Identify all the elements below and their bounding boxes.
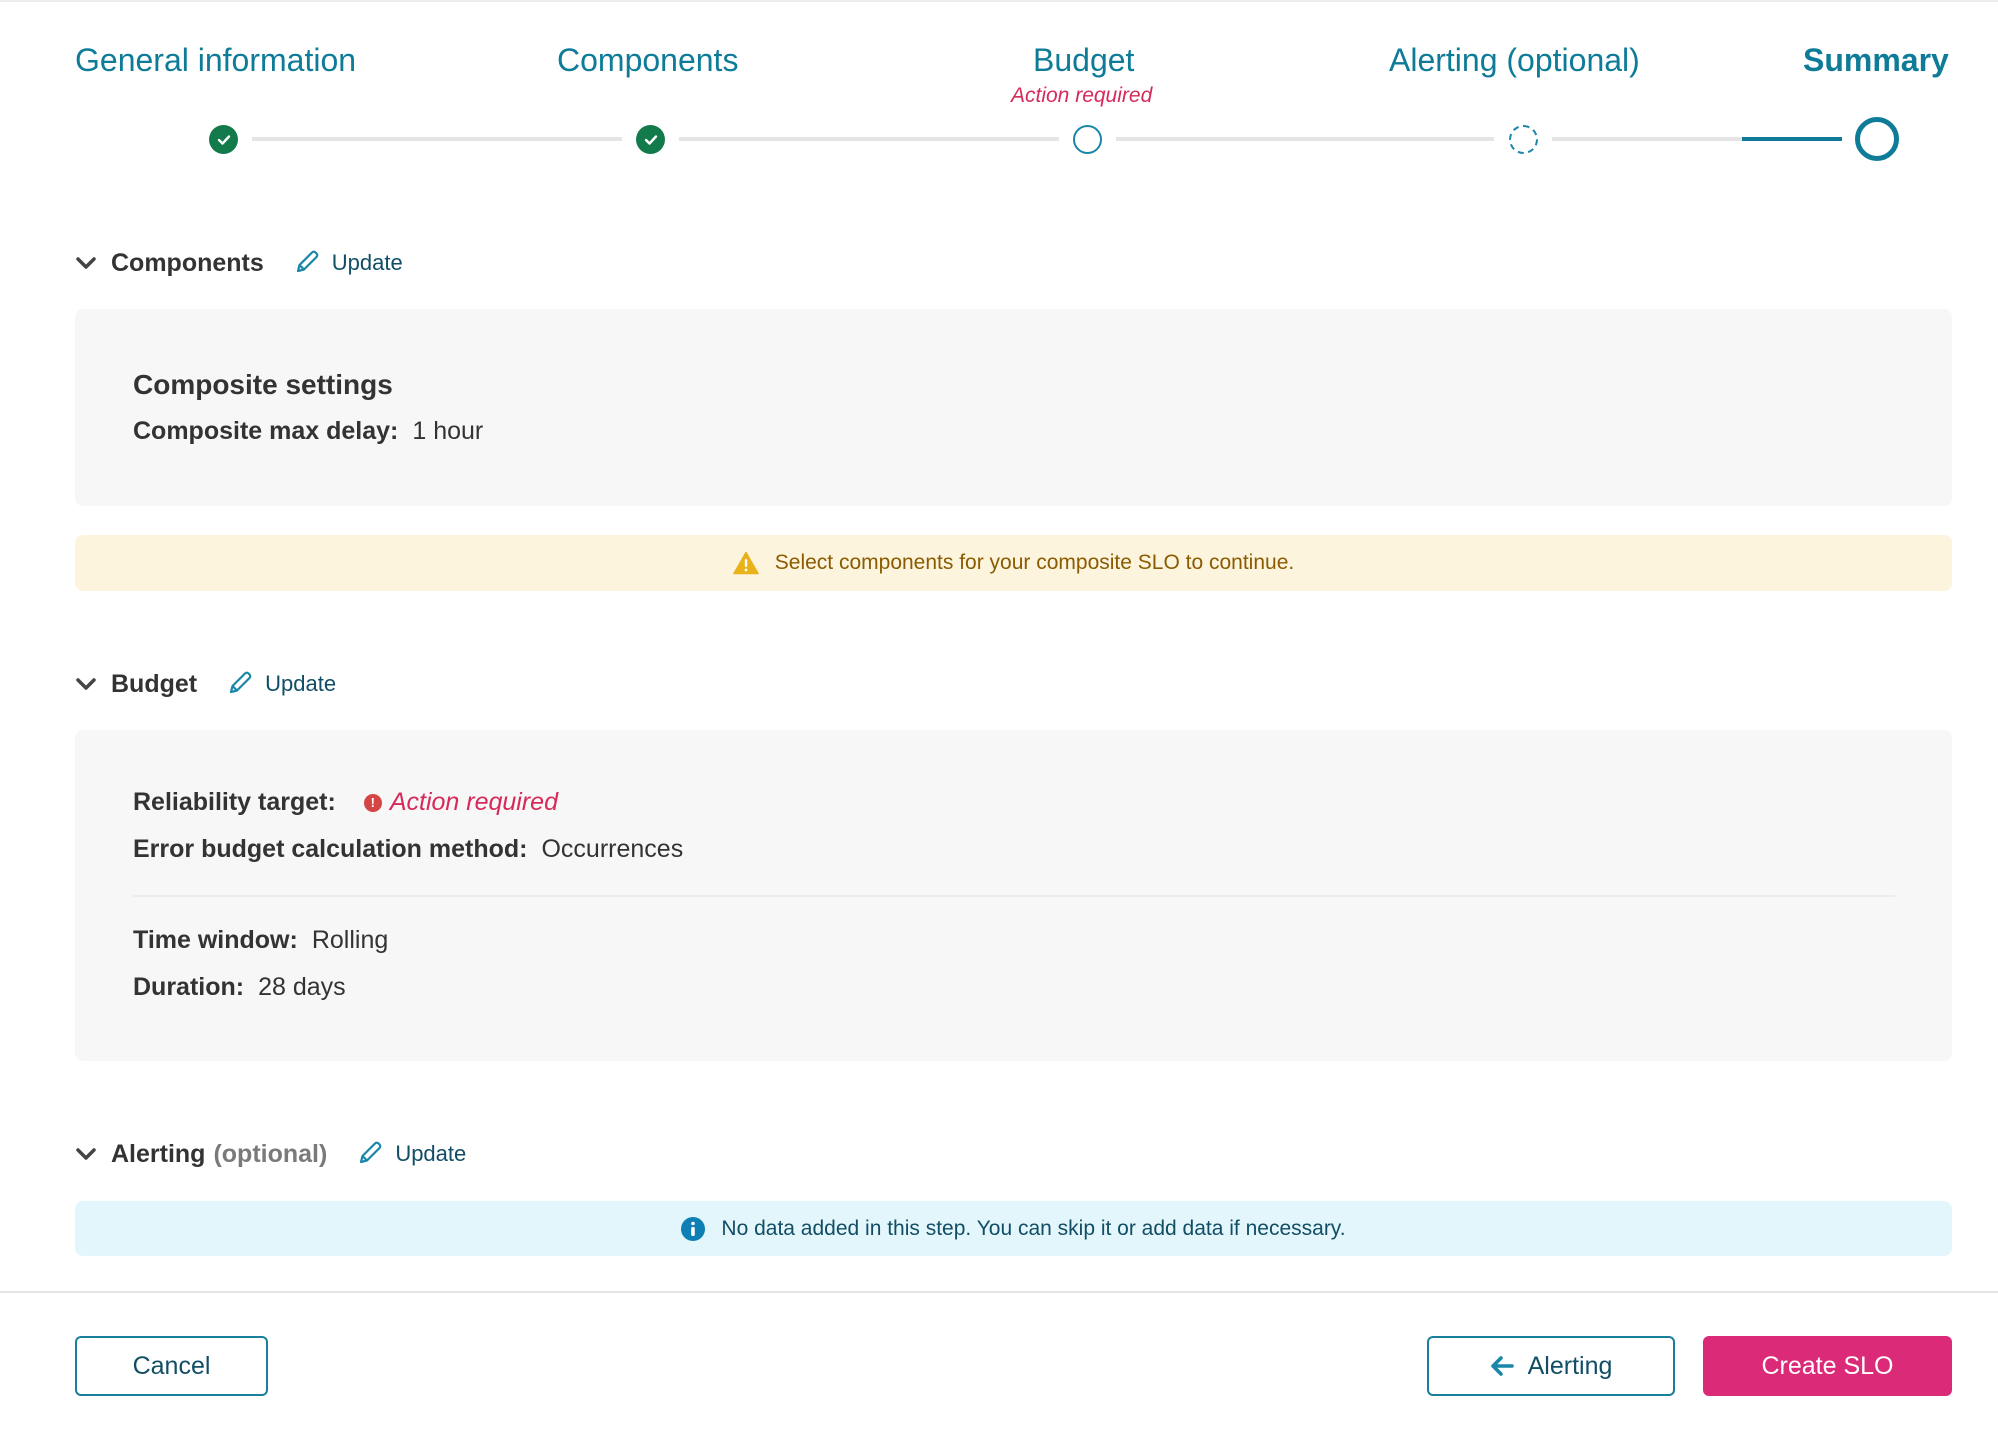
alerting-section-header[interactable]: Alerting (optional) Update <box>75 1134 466 1174</box>
components-section-title: Components <box>111 248 264 277</box>
step-connector <box>679 137 1059 141</box>
pencil-icon <box>360 1141 382 1164</box>
step-connector-active <box>1742 137 1842 141</box>
footer-divider <box>0 1291 1998 1293</box>
field-value: Rolling <box>311 926 389 954</box>
chevron-down-icon[interactable] <box>75 673 97 695</box>
composite-settings-title: Composite settings <box>133 369 393 400</box>
wizard-stepper: General information Components Budget Ac… <box>0 0 1998 180</box>
time-window-row: Time window: Rolling <box>133 926 388 955</box>
step-connector <box>1552 137 1742 141</box>
step-budget[interactable]: Budget <box>1033 40 1134 80</box>
step-components[interactable]: Components <box>557 40 738 80</box>
field-label: Reliability target: <box>133 788 336 816</box>
reliability-target-row: Reliability target: ! Action required <box>133 788 558 817</box>
step-connector <box>1116 137 1494 141</box>
components-update-link[interactable]: Update <box>292 249 403 277</box>
card-divider <box>133 895 1895 897</box>
warning-text: Select components for your composite SLO… <box>774 551 1295 574</box>
create-slo-button[interactable]: Create SLO <box>1703 1336 1952 1396</box>
action-required-text: Action required <box>389 788 558 816</box>
cancel-label: Cancel <box>132 1351 211 1380</box>
field-value: 1 hour <box>412 417 484 445</box>
step-general-information[interactable]: General information <box>75 40 356 80</box>
alerting-update-link[interactable]: Update <box>355 1140 466 1168</box>
action-required-status: ! Action required <box>363 788 558 817</box>
field-label: Error budget calculation method: <box>133 835 528 863</box>
optional-label: (optional) <box>213 1139 328 1168</box>
pencil-icon <box>230 671 252 694</box>
update-label: Update <box>265 671 337 696</box>
step-connector <box>252 137 622 141</box>
info-text: No data added in this step. You can skip… <box>721 1216 1346 1240</box>
update-label: Update <box>331 250 403 275</box>
alerting-section-title: Alerting <box>111 1139 206 1168</box>
composite-max-delay-row: Composite max delay: 1 hour <box>133 417 483 446</box>
field-value: Occurrences <box>541 835 684 863</box>
info-icon <box>681 1216 706 1241</box>
duration-row: Duration: 28 days <box>133 973 346 1002</box>
step-complete-icon <box>209 125 238 154</box>
step-alerting[interactable]: Alerting (optional) <box>1389 40 1640 80</box>
step-summary: Summary <box>1803 42 1949 78</box>
cancel-button[interactable]: Cancel <box>75 1336 268 1396</box>
arrow-left-icon <box>1490 1355 1514 1377</box>
budget-update-link[interactable]: Update <box>225 670 336 698</box>
step-current-icon <box>1855 117 1899 161</box>
field-label: Composite max delay: <box>133 417 399 445</box>
error-budget-method-row: Error budget calculation method: Occurre… <box>133 835 683 864</box>
components-summary-card: Composite settings Composite max delay: … <box>75 309 1952 506</box>
chevron-down-icon[interactable] <box>75 1143 97 1165</box>
step-complete-icon <box>636 125 665 154</box>
warning-icon <box>733 551 759 575</box>
chevron-down-icon[interactable] <box>75 252 97 274</box>
pencil-icon <box>296 250 319 273</box>
info-banner: No data added in this step. You can skip… <box>75 1201 1952 1256</box>
error-icon: ! <box>363 793 382 812</box>
budget-summary-card: Reliability target: ! Action required Er… <box>75 730 1952 1061</box>
warning-banner: Select components for your composite SLO… <box>75 535 1952 591</box>
components-section-header[interactable]: Components Update <box>75 243 403 283</box>
field-label: Duration: <box>133 973 245 1001</box>
step-budget-action-required: Action required <box>1011 84 1153 107</box>
step-incomplete-icon <box>1073 125 1102 154</box>
budget-section-header[interactable]: Budget Update <box>75 664 336 704</box>
back-to-alerting-button[interactable]: Alerting <box>1427 1336 1675 1396</box>
budget-section-title: Budget <box>111 669 198 698</box>
field-value: 28 days <box>258 973 346 1001</box>
create-label: Create SLO <box>1761 1351 1894 1380</box>
update-label: Update <box>395 1141 467 1166</box>
field-label: Time window: <box>133 926 298 954</box>
step-optional-icon <box>1509 125 1538 154</box>
back-label: Alerting <box>1527 1351 1613 1380</box>
